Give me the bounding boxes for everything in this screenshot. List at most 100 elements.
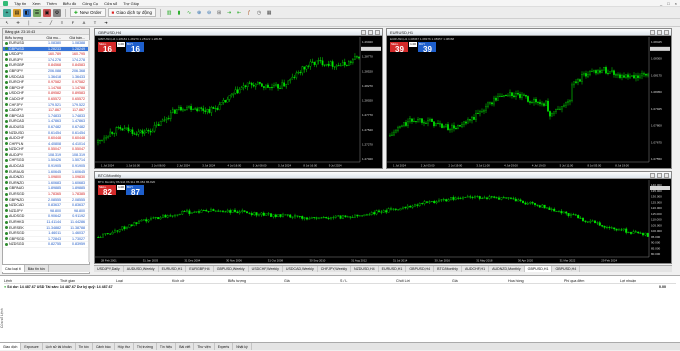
- chart-tab[interactable]: GBPUSD,H4: [552, 266, 581, 272]
- terminal-column-header[interactable]: Biểu tượng: [228, 278, 284, 283]
- chart-maximize-button[interactable]: [657, 173, 662, 178]
- terminal-tab[interactable]: Thị trường: [134, 343, 157, 350]
- templates-icon[interactable]: ▦: [265, 9, 273, 17]
- close-button[interactable]: ×: [675, 1, 677, 6]
- chart-minimize-button[interactable]: [361, 30, 366, 35]
- price-chart[interactable]: 1.08425 1.08300 1.08175 1.08050 1.07925 1.078…: [387, 37, 671, 168]
- chart-title-bar[interactable]: BTC/Monthly: [95, 172, 671, 179]
- chart-title-bar[interactable]: GBPUSD,H4: [95, 29, 382, 36]
- chart-window-btc-monthly[interactable]: BTC/Monthly BTC Monthly 86.944 86.311 85.…: [94, 171, 672, 264]
- label-tool-icon[interactable]: T: [91, 19, 99, 27]
- chart-close-button[interactable]: [664, 30, 669, 35]
- terminal-column-header[interactable]: Chốt Lời: [396, 278, 452, 283]
- chart-tab[interactable]: USDCHF,Weekly: [249, 266, 283, 272]
- terminal-column-header[interactable]: Giá: [284, 278, 340, 283]
- indicators-icon[interactable]: ƒ: [245, 9, 253, 17]
- new-order-button[interactable]: ✚ New Order: [70, 8, 106, 17]
- chart-title-bar[interactable]: EURUSD,H1: [387, 29, 671, 36]
- menu-item[interactable]: Tập tin: [14, 1, 26, 6]
- chart-tab[interactable]: GBPUSD,H1: [524, 266, 553, 272]
- chart-window-gbpusd[interactable]: GBPUSD,H4 GBPUSD,H4 1.28184 1.28279 1.281…: [94, 28, 383, 169]
- market-watch-row[interactable]: NZDSGD 0.82755 0.83959: [3, 242, 89, 248]
- terminal-column-header[interactable]: Kích cỡ: [172, 278, 228, 283]
- chart-maximize-button[interactable]: [657, 30, 662, 35]
- terminal-tab[interactable]: Thư viện: [194, 343, 215, 350]
- tab-symbols[interactable]: Các loại ti: [2, 265, 25, 272]
- navigator-icon[interactable]: ☰: [33, 8, 41, 17]
- terminal-tab[interactable]: Nhật ký: [233, 343, 252, 350]
- terminal-tab[interactable]: Giao dịch: [0, 343, 22, 350]
- terminal-tab[interactable]: Tín hiệu: [157, 343, 177, 350]
- terminal-tab[interactable]: Hộp thư: [115, 343, 134, 350]
- maximize-button[interactable]: □: [667, 1, 669, 6]
- column-header-symbol[interactable]: Biểu tượng: [3, 35, 39, 40]
- arrow-tool-icon[interactable]: ➔: [102, 19, 110, 27]
- menu-item[interactable]: Công Cụ: [82, 1, 98, 6]
- menu-item[interactable]: Xem: [32, 1, 40, 6]
- tab-ticks[interactable]: Bảo tin tức: [25, 265, 50, 272]
- minimize-button[interactable]: _: [660, 1, 662, 6]
- chart-close-button[interactable]: [375, 30, 380, 35]
- chart-tab[interactable]: NZDUSD,H4: [351, 266, 379, 272]
- terminal-tab[interactable]: Cảnh báo: [93, 343, 115, 350]
- menu-item[interactable]: Thêm: [46, 1, 56, 6]
- chart-close-button[interactable]: [664, 173, 669, 178]
- fibonacci-icon[interactable]: F: [69, 19, 77, 27]
- autoscroll-icon[interactable]: ⇥: [225, 9, 233, 17]
- terminal-column-header[interactable]: Giá: [452, 278, 508, 283]
- chart-tab[interactable]: EURUSD,H1: [159, 266, 187, 272]
- chart-tab[interactable]: USDJPY,Daily: [94, 266, 124, 272]
- chart-tab[interactable]: AUDCHF,H1: [462, 266, 490, 272]
- chart-minimize-button[interactable]: [650, 173, 655, 178]
- channel-icon[interactable]: ≡: [58, 19, 66, 27]
- menu-item[interactable]: Trợ Giúp: [123, 1, 139, 6]
- chart-tab[interactable]: AUDNZD,Monthly: [489, 266, 525, 272]
- price-chart[interactable]: 1.29020 1.28770 1.28520 1.28270 1.28020 1.277…: [95, 37, 382, 168]
- candlestick-icon[interactable]: ▮: [175, 9, 183, 17]
- zoom-in-icon[interactable]: ⊕: [195, 9, 203, 17]
- algo-trading-button[interactable]: ■ Giao dịch tự động: [107, 8, 157, 17]
- tile-windows-icon[interactable]: ⊞: [215, 9, 223, 17]
- cursor-icon[interactable]: ↖: [3, 19, 11, 27]
- chart-tab[interactable]: AUDUSD,Weekly: [124, 266, 159, 272]
- chart-minimize-button[interactable]: [650, 30, 655, 35]
- terminal-tab[interactable]: Lịch sử tài khoản: [43, 343, 76, 350]
- chart-shift-icon[interactable]: ⇤: [235, 9, 243, 17]
- terminal-column-header[interactable]: Hoa hồng: [508, 278, 564, 283]
- crosshair-icon[interactable]: ✛: [14, 19, 22, 27]
- terminal-column-header[interactable]: S / L: [340, 278, 396, 283]
- text-tool-icon[interactable]: A: [80, 19, 88, 27]
- trendline-icon[interactable]: ╱: [47, 19, 55, 27]
- chart-tab[interactable]: CHFJPY,Weekly: [318, 266, 352, 272]
- menu-item[interactable]: Biểu đồ: [63, 1, 77, 6]
- terminal-column-header[interactable]: Loại: [116, 278, 172, 283]
- market-watch-scrollbar[interactable]: [88, 40, 90, 262]
- terminal-tab[interactable]: Bài viết: [176, 343, 195, 350]
- terminal-column-header[interactable]: Thời gian: [60, 278, 116, 283]
- horizontal-line-icon[interactable]: ─: [36, 19, 44, 27]
- chart-tab[interactable]: EURUSD,H1: [379, 266, 407, 272]
- zoom-out-icon[interactable]: ⊖: [205, 9, 213, 17]
- vertical-line-icon[interactable]: │: [25, 19, 33, 27]
- terminal-tab[interactable]: Tin tức: [76, 343, 93, 350]
- terminal-icon[interactable]: ▣: [43, 8, 51, 17]
- menu-item[interactable]: Cửa sổ: [104, 1, 117, 6]
- column-header-bid[interactable]: Giá mu...: [39, 35, 63, 40]
- terminal-tab[interactable]: Experts: [215, 343, 234, 350]
- price-chart[interactable]: 140.000135.000130.000125.000120.000115.0…: [95, 180, 671, 263]
- new-chart-icon[interactable]: +: [3, 8, 11, 17]
- period-icon[interactable]: ◷: [255, 9, 263, 17]
- terminal-column-header[interactable]: Lợi nhuận: [620, 278, 676, 283]
- column-header-ask[interactable]: Giá bán...: [63, 35, 87, 40]
- terminal-column-header[interactable]: Lệnh: [4, 278, 60, 283]
- terminal-tab[interactable]: Exposure: [21, 343, 43, 350]
- terminal-column-header[interactable]: Phí qua đêm: [564, 278, 620, 283]
- line-chart-icon[interactable]: ∿: [185, 9, 193, 17]
- tester-icon[interactable]: ⚙: [53, 8, 61, 17]
- profiles-icon[interactable]: ▤: [13, 8, 21, 17]
- chart-tab[interactable]: GBPUSD,H4: [406, 266, 435, 272]
- chart-tab[interactable]: EURGBP,H4: [186, 266, 214, 272]
- chart-tab[interactable]: USDCAD,Weekly: [283, 266, 318, 272]
- market-watch-icon[interactable]: ◧: [23, 8, 31, 17]
- chart-window-eurusd[interactable]: EURUSD,H1 EURUSD,H1 1.08367 1.08376 1.083…: [386, 28, 672, 169]
